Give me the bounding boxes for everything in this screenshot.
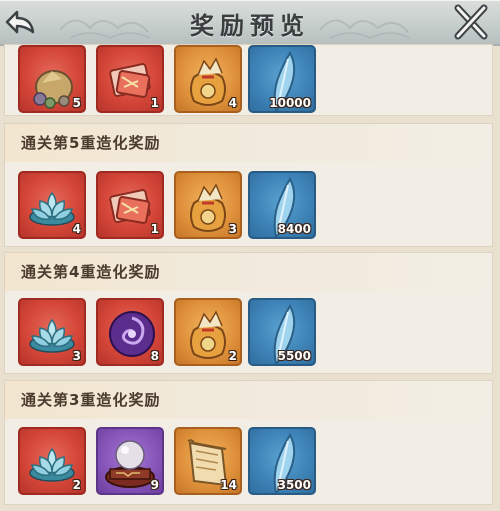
- reward-item[interactable]: 2: [174, 298, 242, 366]
- reward-item[interactable]: 4: [174, 45, 242, 113]
- item-quantity: 14: [220, 478, 237, 492]
- item-quantity: 3: [228, 222, 237, 236]
- reward-item[interactable]: 14: [174, 427, 242, 495]
- reward-item[interactable]: 3500: [248, 427, 316, 495]
- item-quantity: 5: [72, 96, 81, 110]
- reward-item[interactable]: 1: [96, 171, 164, 239]
- item-quantity: 5500: [277, 349, 311, 363]
- item-quantity: 8400: [277, 222, 311, 236]
- item-quantity: 4: [72, 222, 81, 236]
- page-title: 奖励预览: [190, 11, 310, 40]
- reward-item[interactable]: 3: [18, 298, 86, 366]
- item-quantity: 3500: [277, 478, 311, 492]
- reward-item[interactable]: 9: [96, 427, 164, 495]
- close-icon: [454, 4, 488, 40]
- reward-panel-top: 5 1 4 10000: [4, 44, 493, 116]
- reward-panel-4: 通关第4重造化奖励 3 8 2 5500: [4, 252, 493, 374]
- title-bar: 奖励预览: [0, 0, 500, 46]
- item-quantity: 9: [150, 478, 159, 492]
- item-quantity: 2: [228, 349, 237, 363]
- reward-item[interactable]: 4: [18, 171, 86, 239]
- reward-panel-3: 通关第3重造化奖励 2 9 14 3500: [4, 380, 493, 505]
- reward-item[interactable]: 8400: [248, 171, 316, 239]
- reward-item[interactable]: 2: [18, 427, 86, 495]
- reward-item[interactable]: 10000: [248, 45, 316, 113]
- item-quantity: 1: [150, 96, 159, 110]
- item-quantity: 10000: [269, 96, 311, 110]
- item-quantity: 4: [228, 96, 237, 110]
- panel-title: 通关第3重造化奖励: [21, 391, 161, 409]
- reward-panel-5: 通关第5重造化奖励 4 1 3 8400: [4, 123, 493, 247]
- reward-item[interactable]: 5: [18, 45, 86, 113]
- item-quantity: 1: [150, 222, 159, 236]
- panel-title: 通关第5重造化奖励: [21, 134, 161, 152]
- item-quantity: 8: [150, 349, 159, 363]
- item-quantity: 3: [72, 349, 81, 363]
- reward-item[interactable]: 3: [174, 171, 242, 239]
- reward-item[interactable]: 1: [96, 45, 164, 113]
- item-quantity: 2: [72, 478, 81, 492]
- reward-item[interactable]: 8: [96, 298, 164, 366]
- close-button[interactable]: [450, 2, 492, 42]
- panel-title: 通关第4重造化奖励: [21, 263, 161, 281]
- reward-item[interactable]: 5500: [248, 298, 316, 366]
